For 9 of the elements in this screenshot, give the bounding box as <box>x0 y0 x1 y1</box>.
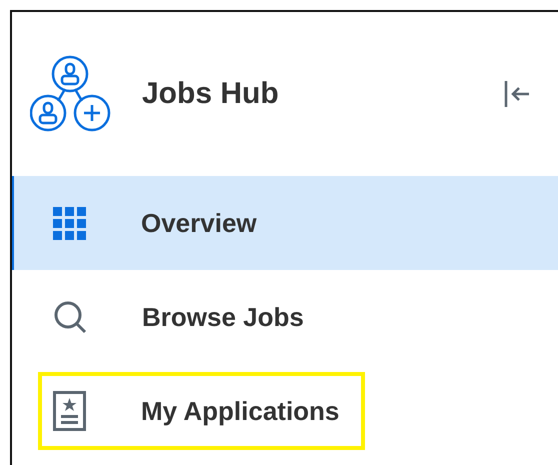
grid-icon <box>53 206 86 240</box>
collapse-icon <box>504 79 530 109</box>
app-title: Jobs Hub <box>142 77 280 111</box>
nav-item[interactable]: My Applications <box>12 364 558 458</box>
highlight-frame: My Applications <box>38 372 366 450</box>
nav-item[interactable]: Overview <box>12 176 558 270</box>
people-network-icon <box>30 55 112 133</box>
search-icon <box>53 300 87 334</box>
nav-item[interactable]: Browse Jobs <box>12 270 558 364</box>
